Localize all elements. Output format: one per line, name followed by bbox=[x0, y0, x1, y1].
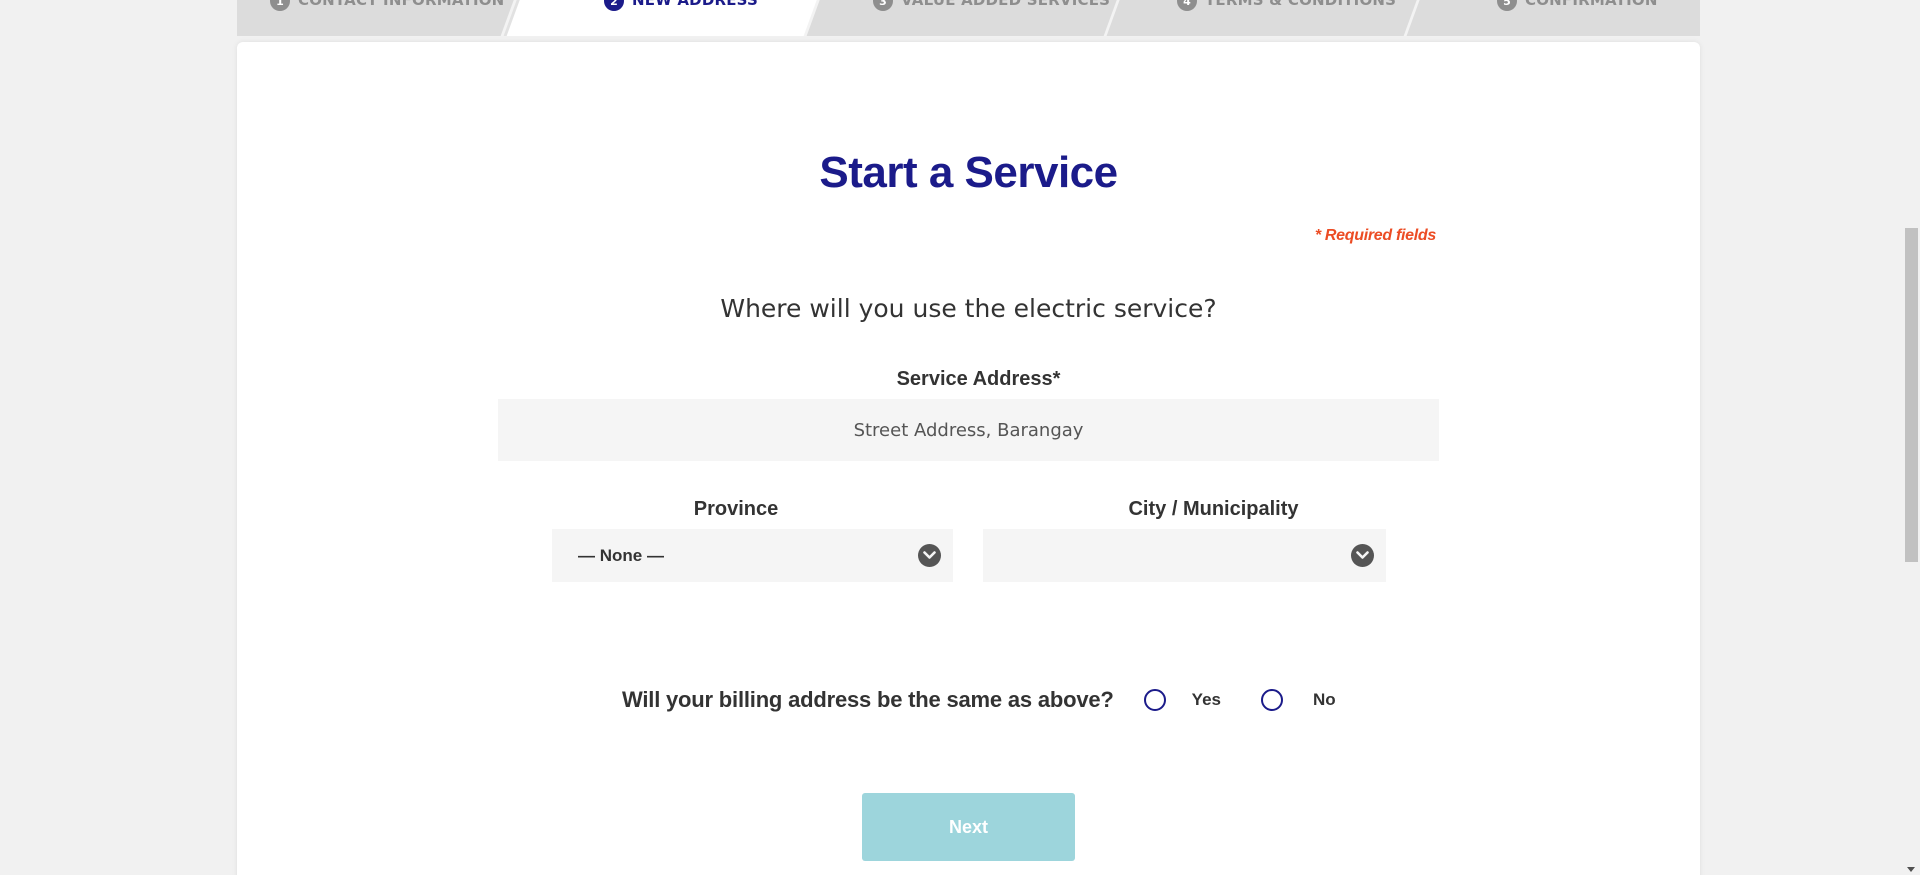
billing-yes-radio[interactable] bbox=[1143, 689, 1166, 711]
form-card: Start a Service * Required fields Where … bbox=[237, 42, 1700, 875]
step-contact-information: 1 CONTACT INFORMATION bbox=[270, 0, 504, 12]
service-address-label: Service Address* bbox=[896, 368, 1061, 390]
city-municipality-label: City / Municipality bbox=[1128, 498, 1299, 520]
step-label: CONFIRMATION bbox=[1525, 0, 1658, 9]
service-address-input[interactable] bbox=[498, 399, 1439, 461]
progress-stepper: 1 CONTACT INFORMATION 2 NEW ADDRESS 3 VA… bbox=[237, 0, 1700, 36]
billing-no-label[interactable]: No bbox=[1313, 690, 1336, 710]
city-municipality-select[interactable] bbox=[983, 529, 1386, 582]
scroll-down-arrow-icon[interactable] bbox=[1907, 867, 1915, 872]
step-confirmation: 5 CONFIRMATION bbox=[1497, 0, 1658, 12]
step-number-badge: 5 bbox=[1497, 0, 1517, 11]
service-location-question: Where will you use the electric service? bbox=[720, 294, 1217, 323]
step-number-badge: 4 bbox=[1177, 0, 1197, 11]
billing-yes-label[interactable]: Yes bbox=[1192, 690, 1221, 710]
step-number-badge: 2 bbox=[604, 0, 624, 11]
step-number-badge: 1 bbox=[270, 0, 290, 11]
chevron-down-icon bbox=[1351, 544, 1374, 567]
step-label: VALUE ADDED SERVICES bbox=[901, 0, 1111, 9]
billing-same-question: Will your billing address be the same as… bbox=[622, 687, 1114, 712]
chevron-down-icon bbox=[918, 544, 941, 567]
step-terms-conditions: 4 TERMS & CONDITIONS bbox=[1177, 0, 1396, 12]
step-number-badge: 3 bbox=[873, 0, 893, 11]
page-title: Start a Service bbox=[819, 148, 1118, 197]
step-value-added-services: 3 VALUE ADDED SERVICES bbox=[873, 0, 1110, 12]
billing-no-radio[interactable] bbox=[1260, 689, 1283, 711]
billing-same-question-row: Will your billing address be the same as… bbox=[622, 685, 1336, 715]
step-label: NEW ADDRESS bbox=[632, 0, 759, 9]
scrollbar-thumb[interactable] bbox=[1905, 228, 1918, 562]
province-select[interactable]: — None — bbox=[552, 529, 953, 582]
step-label: TERMS & CONDITIONS bbox=[1205, 0, 1397, 9]
required-fields-note: * Required fields bbox=[1314, 227, 1436, 244]
province-selected-value: — None — bbox=[578, 545, 664, 565]
next-button[interactable]: Next bbox=[862, 793, 1075, 861]
page-scrollbar[interactable] bbox=[1903, 0, 1920, 875]
step-label: CONTACT INFORMATION bbox=[298, 0, 505, 9]
province-label: Province bbox=[693, 498, 779, 520]
step-new-address: 2 NEW ADDRESS bbox=[604, 0, 758, 12]
